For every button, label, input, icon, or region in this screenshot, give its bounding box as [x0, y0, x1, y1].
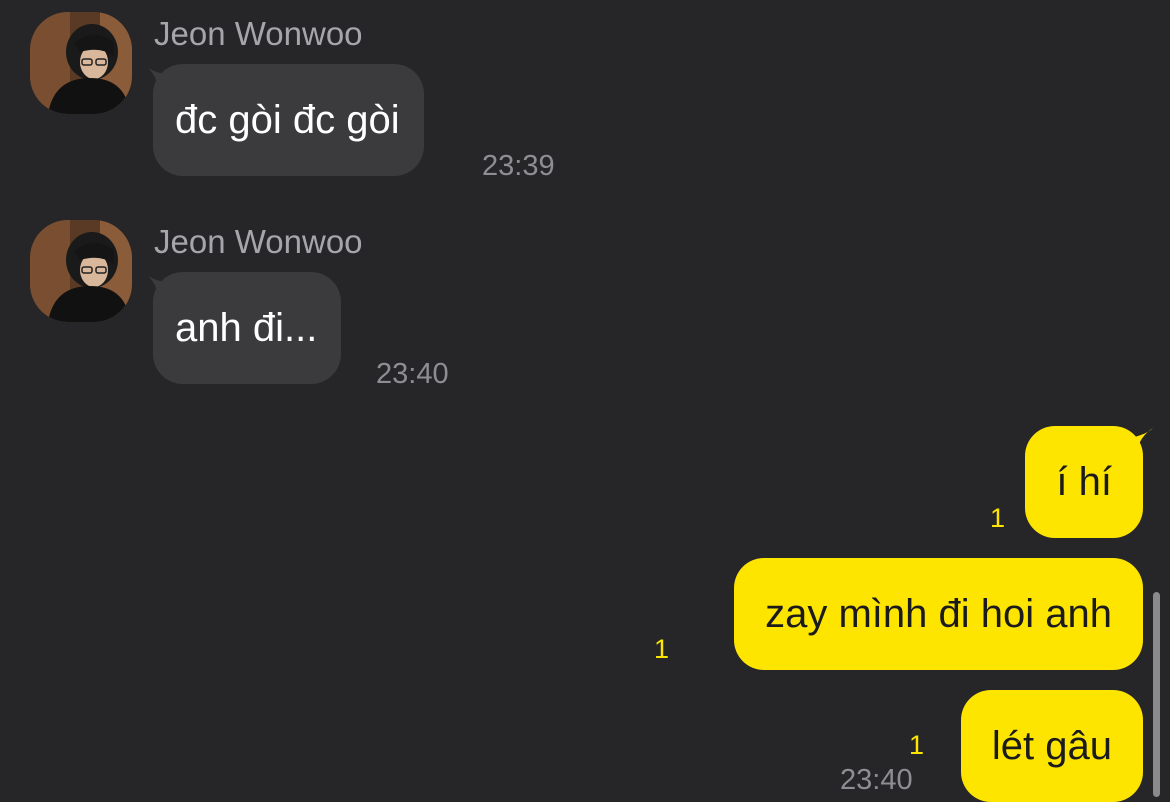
message-timestamp: 23:40 — [840, 764, 913, 796]
profile-photo-icon — [30, 220, 132, 322]
unread-count: 1 — [654, 634, 670, 664]
message-bubble-outgoing[interactable]: lét gâu — [960, 690, 1143, 802]
scrollbar-thumb[interactable] — [1153, 592, 1160, 797]
message-bubble-incoming[interactable]: anh đi... — [153, 272, 342, 384]
unread-count: 1 — [990, 503, 1006, 533]
sender-name: Jeon Wonwoo — [154, 15, 363, 52]
avatar[interactable] — [30, 12, 132, 114]
message-bubble-incoming[interactable]: đc gòi đc gòi — [153, 64, 424, 176]
chat-message-list[interactable]: Jeon Wonwoo đc gòi đc gòi 23:39 Jeon Won… — [0, 0, 1170, 802]
message-bubble-outgoing[interactable]: í hí — [1025, 426, 1143, 538]
unread-count: 1 — [909, 730, 925, 760]
avatar[interactable] — [30, 220, 132, 322]
message-timestamp: 23:39 — [482, 150, 555, 182]
profile-photo-icon — [30, 12, 132, 114]
sender-name: Jeon Wonwoo — [154, 223, 363, 260]
message-bubble-outgoing[interactable]: zay mình đi hoi anh — [734, 558, 1143, 670]
message-timestamp: 23:40 — [376, 358, 449, 390]
